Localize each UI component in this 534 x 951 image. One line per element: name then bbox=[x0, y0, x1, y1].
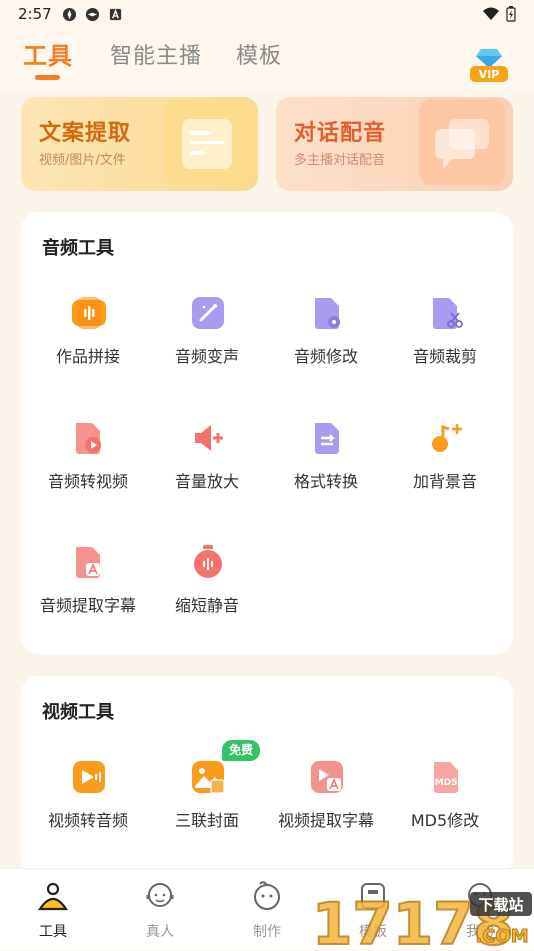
chat-bubbles-icon bbox=[419, 99, 505, 185]
video-to-audio-icon bbox=[73, 761, 105, 793]
card-subtitle: 视频/图片/文件 bbox=[39, 153, 126, 168]
app-notification-icon bbox=[62, 7, 76, 21]
tool-label: 音量放大 bbox=[174, 472, 239, 491]
free-badge: 免费 bbox=[222, 740, 260, 761]
magic-wand-icon bbox=[192, 297, 224, 329]
nav-label: 工具 bbox=[39, 924, 67, 940]
tool-label: 缩短静音 bbox=[174, 596, 239, 615]
video-subtitle-icon bbox=[311, 761, 343, 793]
audio-to-video-icon bbox=[76, 423, 101, 454]
vip-diamond-icon[interactable]: VIP bbox=[468, 46, 510, 88]
card-title: 文案提取 bbox=[39, 121, 132, 146]
nav-real-person[interactable]: 真人 bbox=[120, 869, 200, 951]
tool-label: MD5修改 bbox=[410, 811, 480, 830]
tab-templates[interactable]: 模板 bbox=[236, 38, 282, 70]
tool-label: 音频裁剪 bbox=[412, 347, 477, 366]
tool-label: 加背景音 bbox=[412, 472, 477, 491]
tab-smart-anchor[interactable]: 智能主播 bbox=[110, 38, 202, 70]
speaker-plus-icon bbox=[195, 425, 223, 451]
tool-person-icon bbox=[37, 882, 69, 911]
timer-icon bbox=[194, 545, 222, 578]
nav-tools[interactable]: 工具 bbox=[13, 869, 93, 951]
active-tab-indicator bbox=[35, 75, 60, 80]
tool-label: 音频转视频 bbox=[47, 472, 128, 491]
status-time: 2:57 bbox=[18, 5, 52, 23]
file-convert-icon bbox=[315, 423, 339, 454]
tool-label: 音频修改 bbox=[293, 347, 358, 366]
tool-label: 格式转换 bbox=[293, 472, 358, 491]
tool-label: 音频提取字幕 bbox=[39, 596, 136, 615]
nav-label: 真人 bbox=[146, 924, 174, 940]
svg-text:MD5: MD5 bbox=[435, 778, 458, 788]
wifi-icon bbox=[483, 7, 499, 20]
md5-file-icon: MD5 bbox=[434, 762, 458, 793]
cover-image-icon bbox=[192, 761, 225, 794]
nav-create[interactable]: 制作 bbox=[227, 869, 307, 951]
headset-person-icon bbox=[146, 883, 174, 907]
face-icon bbox=[254, 881, 280, 910]
card-title: 对话配音 bbox=[294, 121, 387, 146]
text-notification-icon bbox=[109, 8, 121, 20]
tool-label: 视频转音频 bbox=[47, 811, 128, 830]
audio-file-scissors-icon bbox=[433, 298, 463, 329]
tool-label: 作品拼接 bbox=[55, 347, 120, 366]
vip-label: VIP bbox=[479, 68, 500, 81]
tab-tools[interactable]: 工具 bbox=[23, 36, 73, 71]
status-bar: 2:57 bbox=[0, 0, 534, 28]
tool-label: 三联封面 bbox=[174, 811, 239, 830]
audio-file-gear-icon bbox=[315, 298, 340, 329]
tool-label: 视频提取字幕 bbox=[277, 811, 374, 830]
watermark-sub: 下载站 bbox=[478, 896, 523, 914]
subtitle-file-icon bbox=[76, 547, 100, 578]
waveform-icon bbox=[72, 297, 106, 329]
card-subtitle: 多主播对话配音 bbox=[294, 153, 386, 168]
site-watermark-logo: 17178 下载站 .COM bbox=[312, 889, 532, 950]
battery-icon bbox=[506, 6, 516, 22]
section-title: 音频工具 bbox=[42, 238, 114, 259]
watermark-domain: .COM bbox=[475, 926, 528, 947]
music-note-plus-icon bbox=[432, 424, 462, 452]
nav-label: 制作 bbox=[253, 924, 281, 940]
copy-extract-card[interactable]: 文案提取 视频/图片/文件 bbox=[21, 97, 258, 191]
app-notification-icon bbox=[85, 7, 99, 21]
tool-label: 音频变声 bbox=[174, 347, 239, 366]
dialogue-dubbing-card[interactable]: 对话配音 多主播对话配音 bbox=[276, 97, 513, 191]
section-title: 视频工具 bbox=[42, 702, 114, 723]
document-scan-icon bbox=[164, 99, 250, 185]
top-tab-bar: 工具 智能主播 模板 VIP bbox=[0, 28, 534, 94]
